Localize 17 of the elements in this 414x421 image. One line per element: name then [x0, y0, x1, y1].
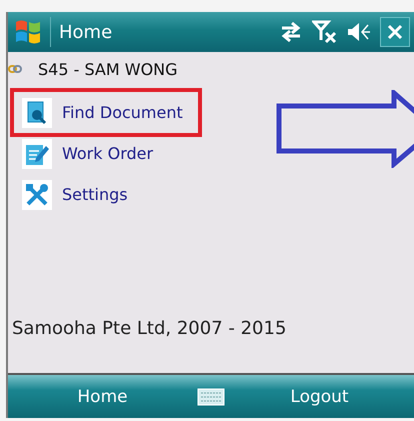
keyboard-icon[interactable] — [197, 388, 225, 406]
windows-flag-icon[interactable] — [14, 18, 42, 46]
signal-off-icon[interactable] — [312, 20, 338, 44]
document-search-icon — [26, 100, 48, 124]
close-button[interactable] — [380, 17, 410, 47]
user-name: S45 - SAM WONG — [38, 60, 178, 78]
speaker-icon[interactable] — [346, 21, 372, 43]
copyright-text: Samooha Pte Ltd, 2007 - 2015 — [12, 318, 288, 339]
menu-item[interactable]: Work Order — [20, 133, 190, 174]
close-icon[interactable] — [387, 24, 403, 40]
logout-softkey[interactable]: Logout — [225, 386, 414, 408]
window-title: Home — [59, 22, 114, 42]
menu-item[interactable]: Find Document — [14, 92, 198, 133]
tools-icon — [24, 182, 50, 208]
home-softkey[interactable]: Home — [8, 386, 197, 408]
link-icon — [8, 65, 22, 73]
menu-item[interactable]: Settings — [20, 174, 190, 215]
